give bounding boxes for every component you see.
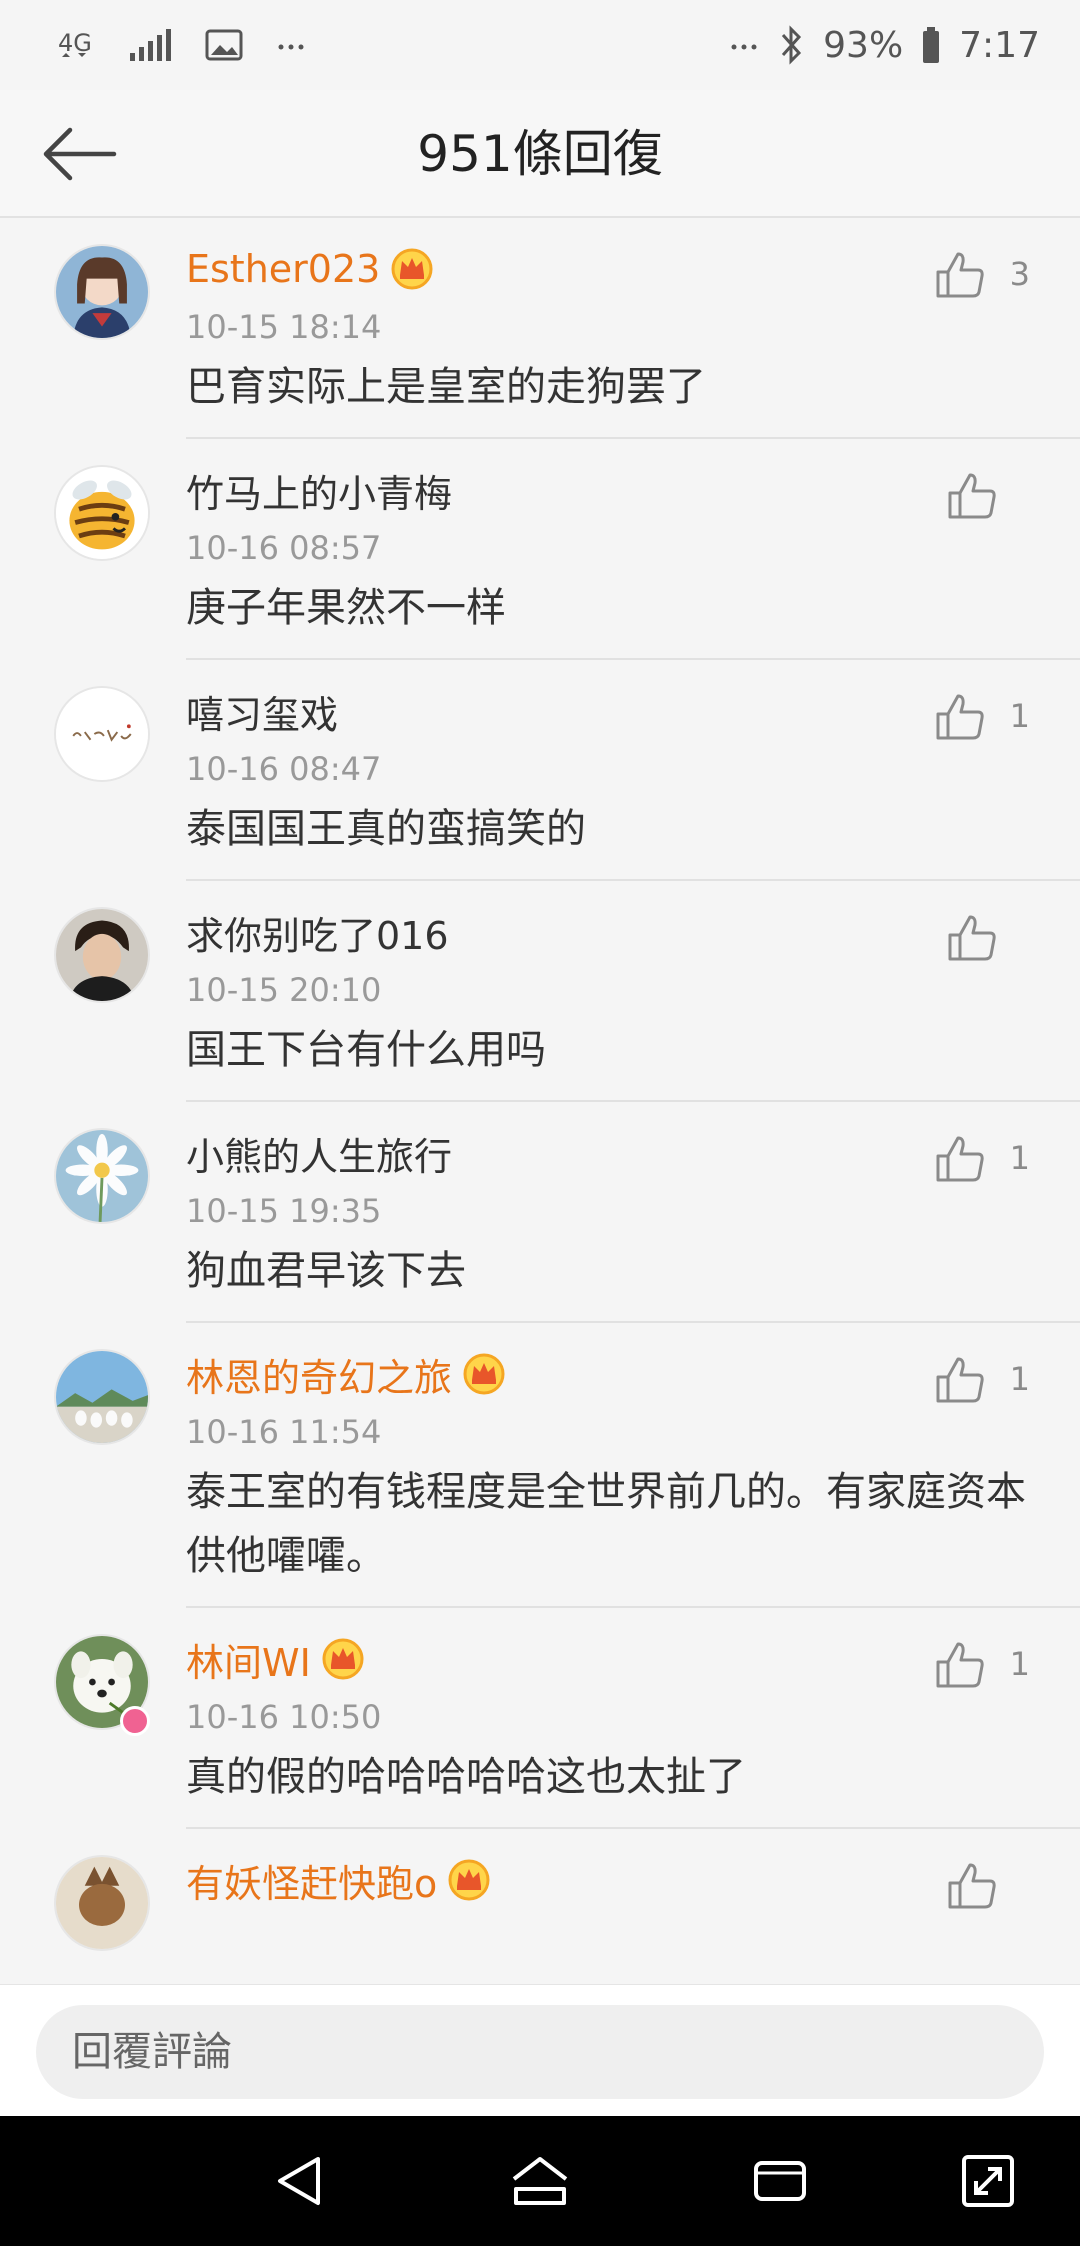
nav-expand-button[interactable] — [948, 2141, 1028, 2221]
comment-time: 10-16 11:54 — [186, 1413, 382, 1451]
comment-text: 泰王室的有钱程度是全世界前几的。有家庭资本供他嚯嚯。 — [186, 1469, 1026, 1579]
thumbs-up-icon — [936, 694, 984, 740]
expand-icon — [962, 2155, 1014, 2207]
nav-recents-button[interactable] — [740, 2141, 820, 2221]
comment-text: 巴育实际上是皇室的走狗罢了 — [186, 364, 706, 410]
like-button[interactable] — [944, 1857, 1030, 1913]
navigation-bar — [0, 2116, 1080, 2246]
signal-icon — [128, 27, 172, 63]
like-button[interactable]: 1 — [932, 1130, 1030, 1186]
thumbs-up-icon — [948, 473, 996, 519]
more-dots-icon — [276, 27, 306, 63]
like-button[interactable]: 1 — [932, 688, 1030, 744]
home-icon — [512, 2157, 568, 2205]
image-icon — [204, 27, 244, 63]
thumbs-up-icon — [948, 915, 996, 961]
like-button[interactable]: 1 — [932, 1636, 1030, 1692]
back-button[interactable] — [40, 114, 120, 194]
comment-list[interactable]: Esther023 10-15 18:14 巴育实际上是皇室的走狗罢了 3 竹马… — [0, 218, 1080, 1984]
comment-text: 泰国国王真的蛮搞笑的 — [186, 806, 586, 852]
reply-bar — [0, 1984, 1080, 2116]
username[interactable]: 有妖怪赶快跑o — [186, 1853, 437, 1908]
comment-item[interactable]: 嘻习玺戏 10-16 08:47 泰国国王真的蛮搞笑的 1 — [0, 660, 1080, 881]
like-count: 1 — [1009, 697, 1030, 735]
username[interactable]: 小熊的人生旅行 — [186, 1126, 452, 1181]
comment-item[interactable]: 林间WI 10-16 10:50 真的假的哈哈哈哈哈这也太扯了 1 — [0, 1608, 1080, 1829]
username[interactable]: 林恩的奇幻之旅 — [186, 1347, 452, 1402]
back-triangle-icon — [278, 2157, 320, 2205]
comment-item[interactable]: 林恩的奇幻之旅 10-16 11:54 泰王室的有钱程度是全世界前几的。有家庭资… — [0, 1323, 1080, 1608]
thumbs-up-icon — [936, 1642, 984, 1688]
avatar[interactable] — [54, 686, 150, 782]
avatar[interactable] — [54, 465, 150, 561]
comment-item[interactable]: 小熊的人生旅行 10-15 19:35 狗血君早该下去 1 — [0, 1102, 1080, 1323]
battery-icon — [921, 25, 941, 65]
comment-item[interactable]: 有妖怪赶快跑o — [0, 1829, 1080, 1984]
comment-time: 10-16 08:57 — [186, 529, 382, 567]
back-arrow-icon — [43, 127, 117, 181]
reply-input[interactable] — [36, 2005, 1044, 2099]
username[interactable]: 竹马上的小青梅 — [186, 463, 452, 518]
crown-badge-icon — [462, 1352, 506, 1396]
like-button[interactable] — [944, 467, 1030, 523]
svg-text:4G: 4G — [58, 29, 92, 57]
avatar[interactable] — [54, 1349, 150, 1445]
username[interactable]: Esther023 — [186, 247, 380, 291]
comment-time: 10-15 19:35 — [186, 1192, 382, 1230]
comment-time: 10-15 18:14 — [186, 308, 382, 346]
avatar[interactable] — [54, 244, 150, 340]
header: 951條回復 — [0, 90, 1080, 218]
thumbs-up-icon — [936, 252, 984, 298]
comment-time: 10-15 20:10 — [186, 971, 382, 1009]
comment-item[interactable]: Esther023 10-15 18:14 巴育实际上是皇室的走狗罢了 3 — [0, 218, 1080, 439]
like-count: 3 — [1009, 255, 1030, 293]
crown-badge-icon — [447, 1858, 491, 1902]
page-title: 951條回復 — [417, 125, 663, 183]
verified-badge-icon — [120, 1706, 150, 1736]
username[interactable]: 求你别吃了016 — [186, 905, 449, 960]
like-count: 1 — [1009, 1645, 1030, 1683]
comment-text: 国王下台有什么用吗 — [186, 1027, 546, 1073]
like-button[interactable]: 1 — [932, 1351, 1030, 1407]
thumbs-up-icon — [936, 1136, 984, 1182]
bluetooth-icon — [777, 25, 805, 65]
like-button[interactable]: 3 — [932, 246, 1030, 302]
like-count: 1 — [1009, 1360, 1030, 1398]
thumbs-up-icon — [936, 1357, 984, 1403]
avatar[interactable] — [54, 1128, 150, 1224]
crown-badge-icon — [321, 1637, 365, 1681]
nav-back-button[interactable] — [260, 2141, 340, 2221]
nav-home-button[interactable] — [500, 2141, 580, 2221]
more-dots-icon — [729, 27, 759, 63]
avatar[interactable] — [54, 1855, 150, 1951]
like-button[interactable] — [944, 909, 1030, 965]
battery-percent: 93% — [823, 24, 904, 66]
crown-badge-icon — [390, 247, 434, 291]
avatar[interactable] — [54, 907, 150, 1003]
username[interactable]: 嘻习玺戏 — [186, 684, 338, 739]
comment-item[interactable]: 求你别吃了016 10-15 20:10 国王下台有什么用吗 — [0, 881, 1080, 1102]
4g-icon: 4G — [56, 25, 96, 65]
comment-text: 庚子年果然不一样 — [186, 585, 506, 631]
comment-text: 狗血君早该下去 — [186, 1248, 466, 1294]
status-bar: 4G 93% 7:17 — [0, 0, 1080, 90]
comment-item[interactable]: 竹马上的小青梅 10-16 08:57 庚子年果然不一样 — [0, 439, 1080, 660]
clock: 7:17 — [959, 24, 1040, 66]
username[interactable]: 林间WI — [186, 1632, 311, 1687]
comment-text — [186, 1966, 1080, 1984]
comment-time: 10-16 10:50 — [186, 1698, 382, 1736]
comment-time — [186, 1916, 1080, 1960]
recents-icon — [754, 2161, 806, 2201]
comment-time: 10-16 08:47 — [186, 750, 382, 788]
like-count: 1 — [1009, 1139, 1030, 1177]
thumbs-up-icon — [948, 1863, 996, 1909]
comment-text: 真的假的哈哈哈哈哈这也太扯了 — [186, 1754, 746, 1800]
